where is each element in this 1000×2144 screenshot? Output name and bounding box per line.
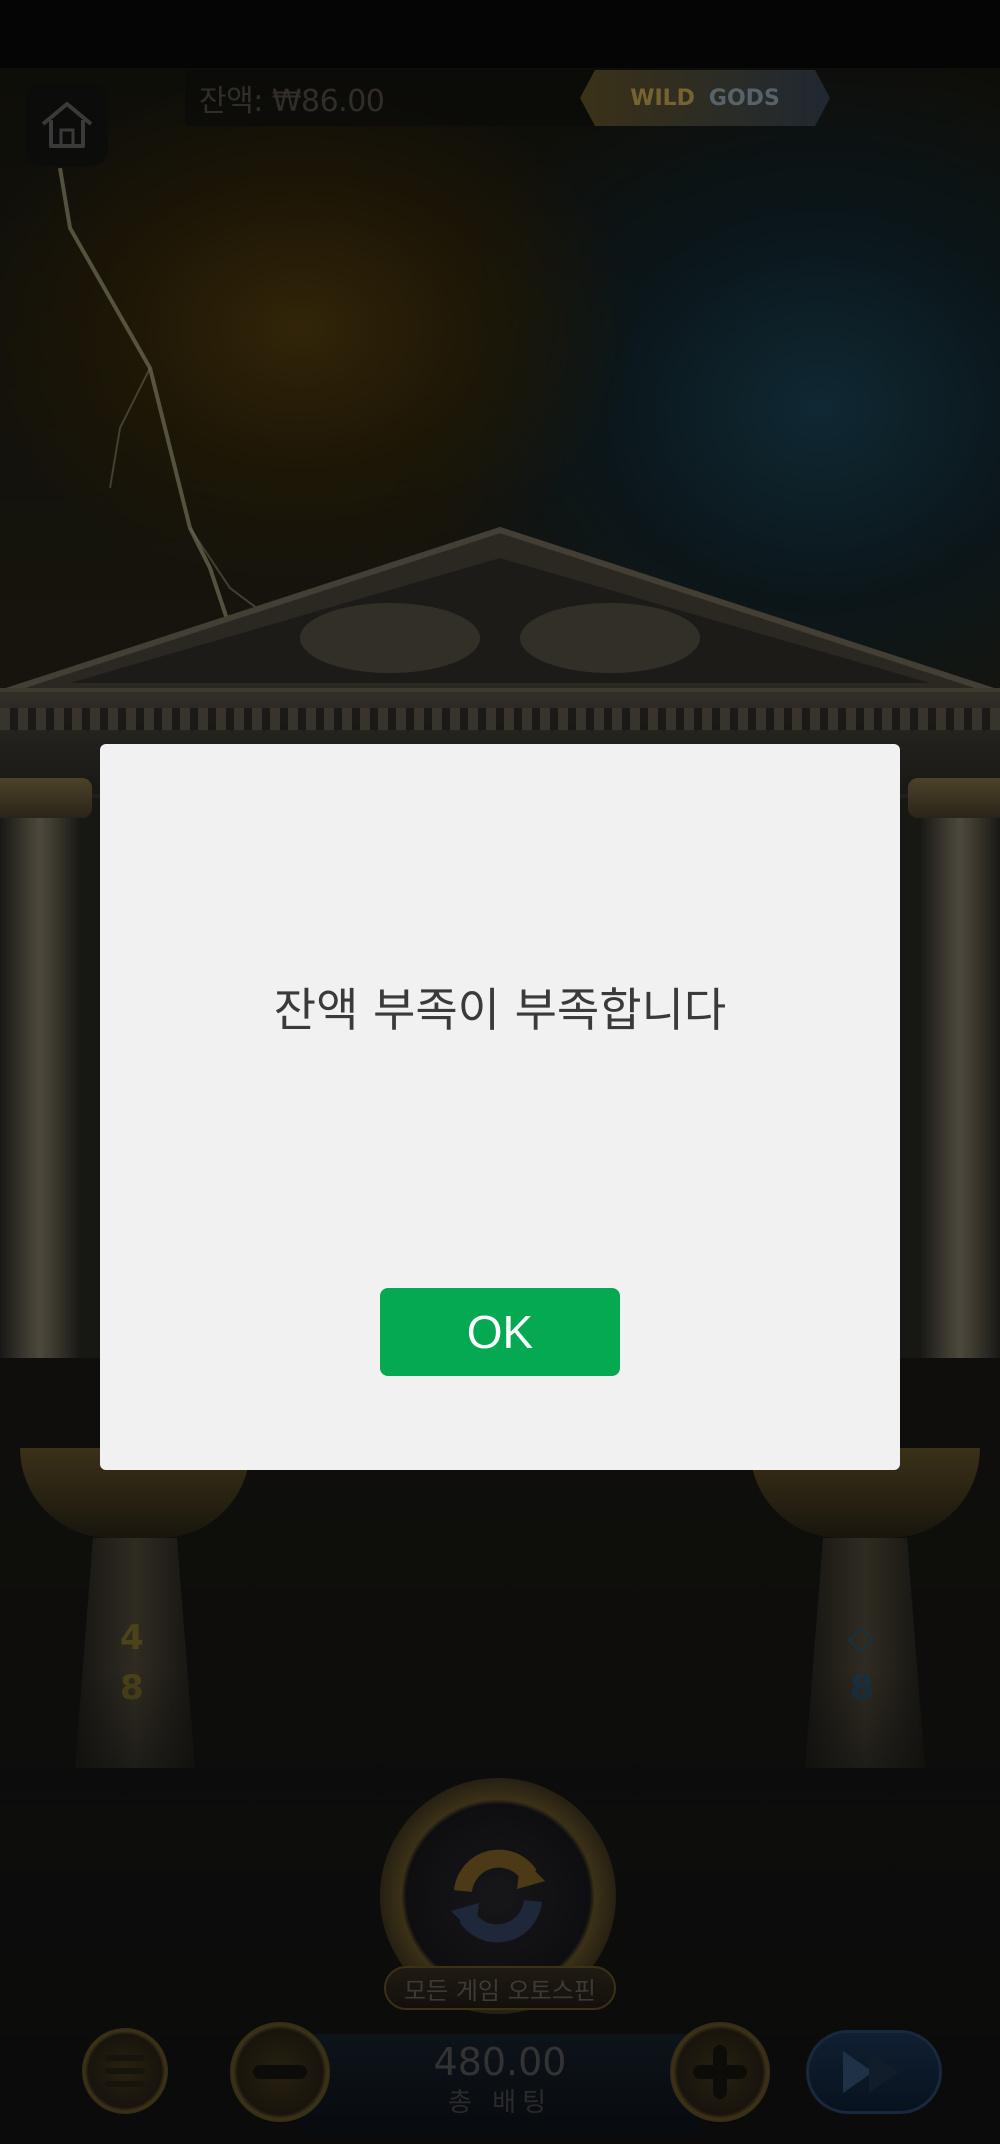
insufficient-balance-dialog: 잔액 부족이 부족합니다 OK [100,744,900,1470]
dialog-message: 잔액 부족이 부족합니다 [273,983,727,1037]
ok-button[interactable]: OK [380,1288,620,1376]
status-bar [0,0,1000,68]
